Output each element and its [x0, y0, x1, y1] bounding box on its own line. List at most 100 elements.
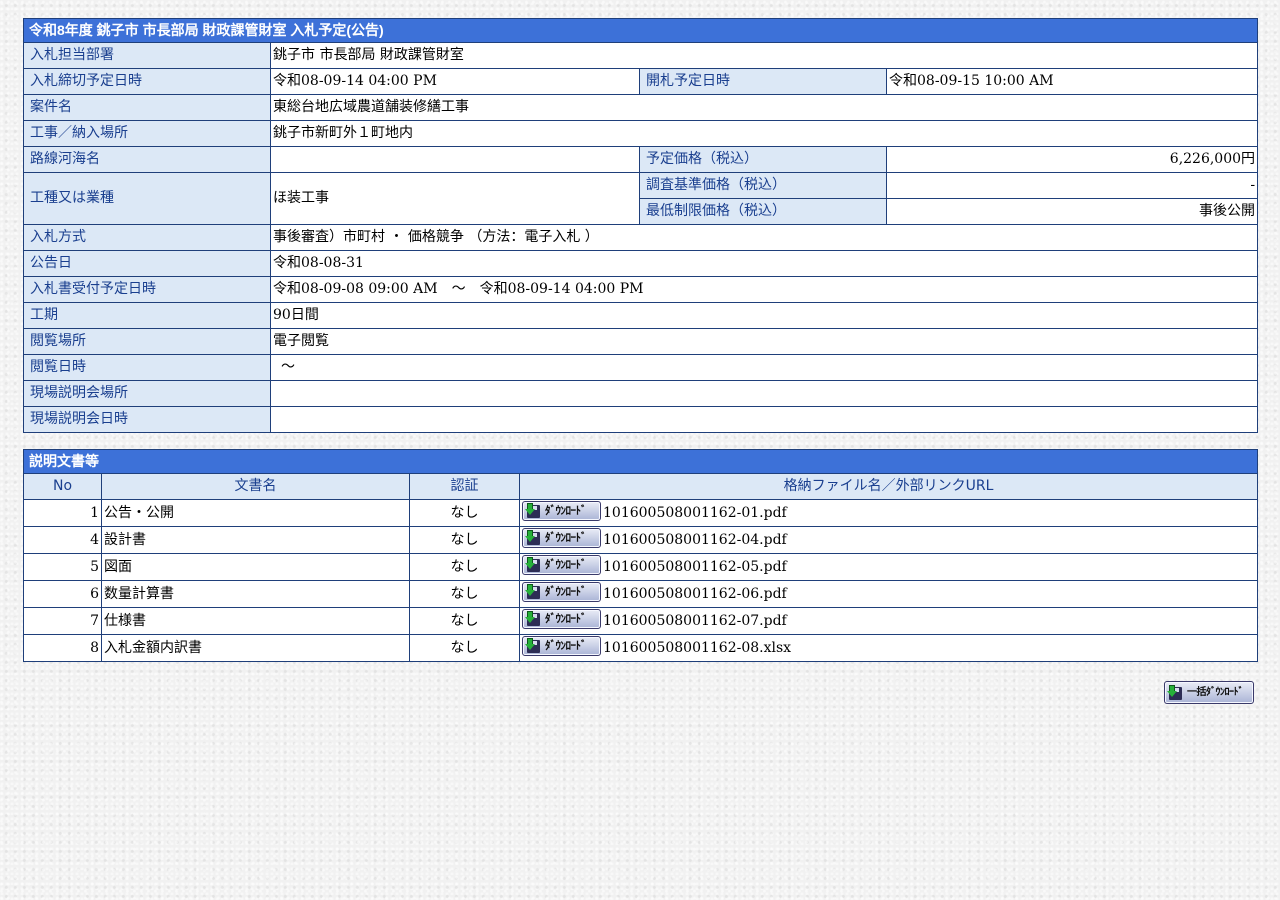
table-row: 4 設計書 なし ﾀﾞｳﾝﾛｰﾄﾞ 101600508001162-04.pdf [23, 526, 1258, 554]
location-label: 工事／納入場所 [23, 120, 271, 147]
doc-name: 仕様書 [101, 607, 410, 635]
receipt-period-value: 令和08-09-08 09:00 AM ～ 令和08-09-14 04:00 P… [269, 276, 1259, 303]
download-button[interactable]: ﾀﾞｳﾝﾛｰﾄﾞ [522, 609, 601, 629]
download-icon [525, 638, 542, 654]
table-row: 8 入札金額内訳書 なし ﾀﾞｳﾝﾛｰﾄﾞ 101600508001162-08… [23, 634, 1258, 662]
doc-no: 4 [23, 526, 102, 554]
doc-name: 数量計算書 [101, 580, 410, 608]
department-label: 入札担当部署 [23, 42, 271, 69]
doc-file-cell: ﾀﾞｳﾝﾛｰﾄﾞ 101600508001162-06.pdf [519, 580, 1258, 608]
download-button[interactable]: ﾀﾞｳﾝﾛｰﾄﾞ [522, 528, 601, 548]
project-name-label: 案件名 [23, 94, 271, 121]
download-button-label: ﾀﾞｳﾝﾛｰﾄﾞ [545, 612, 587, 625]
download-icon [1167, 684, 1184, 701]
download-icon [525, 530, 542, 546]
doc-file-name: 101600508001162-01.pdf [603, 505, 787, 521]
download-button[interactable]: ﾀﾞｳﾝﾛｰﾄﾞ [522, 636, 601, 656]
notice-table: 令和8年度 銚子市 市長部局 財政課管財室 入札予定(公告) 入札担当部署 銚子… [22, 18, 1259, 433]
location-value: 銚子市新町外１町地内 [269, 120, 1259, 147]
doc-file-name: 101600508001162-06.pdf [603, 586, 787, 602]
doc-name: 図面 [101, 553, 410, 581]
doc-auth: なし [409, 634, 520, 662]
doc-no: 6 [23, 580, 102, 608]
documents-table: 説明文書等 No 文書名 認証 格納ファイル名／外部リンクURL 1 公告・公開… [23, 449, 1258, 662]
download-icon [525, 611, 542, 627]
briefing-place-label: 現場説明会場所 [23, 380, 271, 407]
announce-date-label: 公告日 [23, 250, 271, 277]
doc-file-name: 101600508001162-08.xlsx [603, 640, 792, 656]
download-button-label: ﾀﾞｳﾝﾛｰﾄﾞ [545, 531, 587, 544]
view-place-label: 閲覧場所 [23, 328, 271, 355]
briefing-datetime-label: 現場説明会日時 [23, 406, 271, 433]
planned-price-label: 予定価格（税込） [639, 146, 887, 173]
doc-no: 5 [23, 553, 102, 581]
min-price-value: 事後公開 [885, 198, 1259, 225]
announce-date-value: 令和08-08-31 [269, 250, 1259, 277]
notice-title: 令和8年度 銚子市 市長部局 財政課管財室 入札予定(公告) [22, 18, 1259, 43]
route-label: 路線河海名 [23, 146, 271, 173]
route-value [270, 146, 640, 173]
view-datetime-label: 閲覧日時 [23, 354, 271, 381]
table-row: 5 図面 なし ﾀﾞｳﾝﾛｰﾄﾞ 101600508001162-05.pdf [23, 553, 1258, 581]
column-header-auth: 認証 [409, 473, 520, 500]
view-datetime-value: ～ [269, 354, 1259, 381]
period-value: 90日間 [269, 302, 1259, 329]
period-label: 工期 [23, 302, 271, 329]
doc-file-cell: ﾀﾞｳﾝﾛｰﾄﾞ 101600508001162-04.pdf [519, 526, 1258, 554]
download-button[interactable]: ﾀﾞｳﾝﾛｰﾄﾞ [522, 555, 601, 575]
min-price-label: 最低制限価格（税込） [639, 198, 887, 225]
method-value: 事後審査）市町村 ・ 価格競争 （方法：電子入札 ） [269, 224, 1259, 251]
project-name-value: 東総台地広域農道舗装修繕工事 [269, 94, 1259, 121]
doc-name: 設計書 [101, 526, 410, 554]
download-button-label: ﾀﾞｳﾝﾛｰﾄﾞ [545, 504, 587, 517]
bulk-download-button[interactable]: 一括ﾀﾞｳﾝﾛｰﾄﾞ [1164, 681, 1254, 704]
download-button-label: ﾀﾞｳﾝﾛｰﾄﾞ [545, 558, 587, 571]
doc-name: 公告・公開 [101, 499, 410, 527]
download-button[interactable]: ﾀﾞｳﾝﾛｰﾄﾞ [522, 501, 601, 521]
deadline-value: 令和08-09-14 04:00 PM [270, 68, 640, 95]
opening-value: 令和08-09-15 10:00 AM [885, 68, 1259, 95]
page-container: 令和8年度 銚子市 市長部局 財政課管財室 入札予定(公告) 入札担当部署 銚子… [22, 18, 1259, 662]
survey-price-label: 調査基準価格（税込） [639, 172, 887, 199]
column-header-file: 格納ファイル名／外部リンクURL [519, 473, 1258, 500]
method-label: 入札方式 [23, 224, 271, 251]
download-button-label: ﾀﾞｳﾝﾛｰﾄﾞ [545, 639, 587, 652]
doc-auth: なし [409, 580, 520, 608]
department-value: 銚子市 市長部局 財政課管財室 [269, 42, 1259, 69]
briefing-datetime-value [269, 406, 1259, 433]
opening-label: 開札予定日時 [639, 68, 887, 95]
view-place-value: 電子閲覧 [269, 328, 1259, 355]
column-header-no: No [23, 473, 102, 500]
doc-file-cell: ﾀﾞｳﾝﾛｰﾄﾞ 101600508001162-01.pdf [519, 499, 1258, 527]
table-row: 7 仕様書 なし ﾀﾞｳﾝﾛｰﾄﾞ 101600508001162-07.pdf [23, 607, 1258, 635]
doc-file-cell: ﾀﾞｳﾝﾛｰﾄﾞ 101600508001162-05.pdf [519, 553, 1258, 581]
work-type-label: 工種又は業種 [23, 172, 271, 225]
doc-auth: なし [409, 607, 520, 635]
doc-file-name: 101600508001162-04.pdf [603, 532, 787, 548]
doc-file-cell: ﾀﾞｳﾝﾛｰﾄﾞ 101600508001162-08.xlsx [519, 634, 1258, 662]
doc-no: 1 [23, 499, 102, 527]
work-type-value: ほ装工事 [270, 172, 640, 225]
deadline-label: 入札締切予定日時 [23, 68, 271, 95]
download-icon [525, 584, 542, 600]
planned-price-value: 6,226,000円 [885, 146, 1259, 173]
table-row: 6 数量計算書 なし ﾀﾞｳﾝﾛｰﾄﾞ 101600508001162-06.p… [23, 580, 1258, 608]
download-button[interactable]: ﾀﾞｳﾝﾛｰﾄﾞ [522, 582, 601, 602]
doc-file-name: 101600508001162-05.pdf [603, 559, 787, 575]
doc-file-cell: ﾀﾞｳﾝﾛｰﾄﾞ 101600508001162-07.pdf [519, 607, 1258, 635]
doc-no: 7 [23, 607, 102, 635]
column-header-name: 文書名 [101, 473, 410, 500]
doc-auth: なし [409, 526, 520, 554]
download-icon [525, 503, 542, 519]
download-button-label: ﾀﾞｳﾝﾛｰﾄﾞ [545, 585, 587, 598]
bulk-download-label: 一括ﾀﾞｳﾝﾛｰﾄﾞ [1187, 686, 1244, 698]
doc-auth: なし [409, 553, 520, 581]
receipt-period-label: 入札書受付予定日時 [23, 276, 271, 303]
doc-no: 8 [23, 634, 102, 662]
briefing-place-value [269, 380, 1259, 407]
doc-auth: なし [409, 499, 520, 527]
documents-title: 説明文書等 [23, 449, 1258, 474]
doc-file-name: 101600508001162-07.pdf [603, 613, 787, 629]
download-icon [525, 557, 542, 573]
survey-price-value: - [885, 172, 1259, 199]
